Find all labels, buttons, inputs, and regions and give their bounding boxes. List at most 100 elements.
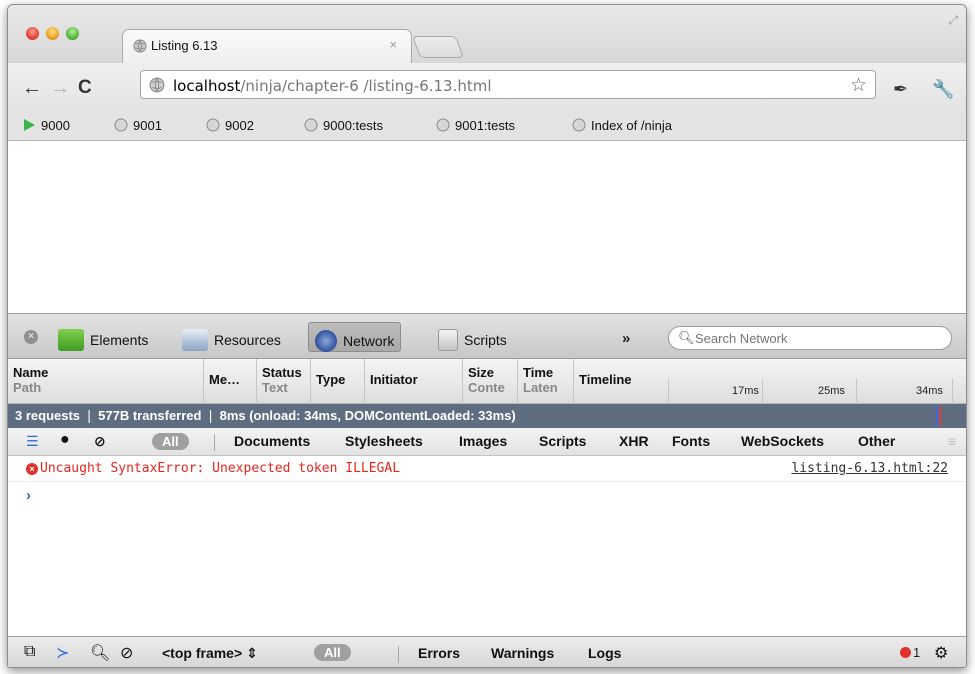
overflow-chevron-icon[interactable]: » bbox=[622, 330, 630, 347]
frame-selector-value: <top frame> bbox=[162, 645, 243, 661]
page-content bbox=[8, 141, 966, 313]
error-message: Uncaught SyntaxError: Unexpected token I… bbox=[40, 461, 401, 476]
column-subtitle: Laten bbox=[523, 380, 558, 395]
clear-icon[interactable]: ⊘ bbox=[94, 433, 106, 450]
timeline-tick: 25ms bbox=[818, 385, 845, 397]
tab-close-icon[interactable]: × bbox=[389, 37, 397, 52]
error-source-link[interactable]: listing-6.13.html:22 bbox=[791, 461, 948, 476]
filter-xhr[interactable]: XHR bbox=[619, 433, 649, 449]
error-count-badge[interactable]: 1 bbox=[900, 645, 920, 660]
reload-icon[interactable]: C bbox=[78, 78, 92, 98]
url-text: localhost/ninja/chapter-6 /listing-6.13.… bbox=[173, 77, 492, 95]
column-subtitle: Conte bbox=[468, 380, 505, 395]
wrench-icon[interactable]: 🔧 bbox=[932, 79, 954, 100]
bookmark-star-icon[interactable]: ☆ bbox=[850, 74, 867, 97]
url-path: /ninja/chapter-6 /listing-6.13.html bbox=[240, 77, 492, 95]
resize-handle-icon[interactable]: ≡ bbox=[948, 433, 956, 449]
column-size[interactable]: Size Conte bbox=[463, 359, 518, 404]
filter-images[interactable]: Images bbox=[459, 433, 507, 449]
search-icon: 🔍︎ bbox=[678, 330, 695, 345]
scripts-icon bbox=[438, 329, 458, 351]
browser-window: Listing 6.13 × ⤢ ← → C localhost/ninja/c… bbox=[7, 4, 967, 668]
bookmark-label: Index of /ninja bbox=[591, 118, 672, 133]
bookmark-label: 9001:tests bbox=[455, 118, 515, 133]
tab-elements[interactable]: Elements bbox=[52, 322, 154, 352]
address-bar[interactable]: localhost/ninja/chapter-6 /listing-6.13.… bbox=[140, 70, 876, 99]
network-summary-text: 3 requests ❘ 577B transferred ❘ 8ms (onl… bbox=[15, 408, 516, 423]
tab-scripts[interactable]: Scripts bbox=[432, 322, 513, 352]
record-icon[interactable]: ● bbox=[60, 431, 70, 449]
search-icon[interactable]: 🔍︎ bbox=[90, 643, 110, 663]
tab-network[interactable]: Network bbox=[308, 322, 402, 352]
console-toggle-icon[interactable]: ≻ bbox=[56, 643, 69, 663]
column-title: Status bbox=[262, 365, 302, 380]
console-prompt[interactable]: › bbox=[26, 487, 31, 504]
domcontentloaded-marker bbox=[936, 406, 938, 426]
filter-documents[interactable]: Documents bbox=[234, 433, 310, 449]
column-time[interactable]: Time Laten bbox=[518, 359, 574, 404]
column-title: Size bbox=[468, 365, 495, 380]
clear-console-icon[interactable]: ⊘ bbox=[120, 643, 133, 663]
tab-title: Listing 6.13 bbox=[151, 38, 218, 53]
filter-stylesheets[interactable]: Stylesheets bbox=[345, 433, 423, 449]
column-timeline[interactable]: Timeline bbox=[574, 359, 668, 404]
column-title: Timeline bbox=[579, 372, 632, 387]
column-type[interactable]: Type bbox=[311, 359, 365, 404]
globe-icon bbox=[572, 118, 586, 132]
bookmark-9002[interactable]: 9002 bbox=[206, 118, 254, 133]
column-title: Me… bbox=[209, 372, 241, 387]
filter-divider bbox=[398, 646, 399, 663]
column-initiator[interactable]: Initiator bbox=[365, 359, 463, 404]
close-window-button[interactable] bbox=[26, 27, 39, 40]
bookmark-9001[interactable]: 9001 bbox=[114, 118, 162, 133]
bookmark-9001-tests[interactable]: 9001:tests bbox=[436, 118, 515, 133]
tab-resources[interactable]: Resources bbox=[176, 322, 287, 352]
globe-icon bbox=[304, 118, 318, 132]
bookmarks-bar: 9000 9001 9002 9000:tests 9001:tests Ind… bbox=[8, 113, 966, 141]
play-icon bbox=[22, 118, 36, 132]
fullscreen-icon[interactable]: ⤢ bbox=[948, 13, 958, 28]
error-dot-icon bbox=[900, 647, 911, 658]
tab-listing[interactable]: Listing 6.13 × bbox=[122, 29, 412, 63]
elements-icon bbox=[58, 329, 84, 351]
settings-gear-icon[interactable]: ⚙ bbox=[934, 643, 948, 663]
back-arrow-icon[interactable]: ← bbox=[22, 78, 42, 98]
console-filter-all[interactable]: All bbox=[314, 644, 351, 661]
search-network-input[interactable] bbox=[695, 329, 935, 347]
bookmark-index-ninja[interactable]: Index of /ninja bbox=[572, 118, 672, 133]
column-status[interactable]: Status Text bbox=[257, 359, 311, 404]
globe-icon bbox=[114, 118, 128, 132]
network-icon bbox=[315, 330, 337, 352]
console-filter-warnings[interactable]: Warnings bbox=[491, 645, 554, 661]
dock-icon[interactable]: ⧉ bbox=[24, 643, 35, 661]
minimize-window-button[interactable] bbox=[46, 27, 59, 40]
console-error-row: × Uncaught SyntaxError: Unexpected token… bbox=[8, 458, 966, 482]
console-filter-errors[interactable]: Errors bbox=[418, 645, 460, 661]
filter-fonts[interactable]: Fonts bbox=[672, 433, 710, 449]
url-host: localhost bbox=[173, 77, 241, 95]
timeline-tick: 34ms bbox=[916, 385, 943, 397]
filter-websockets[interactable]: WebSockets bbox=[741, 433, 824, 449]
bookmark-label: 9000:tests bbox=[323, 118, 383, 133]
column-title: Name bbox=[13, 365, 49, 380]
globe-icon bbox=[206, 118, 220, 132]
timeline-gridline bbox=[952, 379, 953, 404]
error-icon: × bbox=[26, 463, 38, 475]
filter-scripts[interactable]: Scripts bbox=[539, 433, 586, 449]
column-name[interactable]: Name Path bbox=[8, 359, 204, 404]
zoom-window-button[interactable] bbox=[66, 27, 79, 40]
forward-arrow-icon[interactable]: → bbox=[50, 78, 70, 98]
large-rows-icon[interactable]: ☰ bbox=[26, 433, 39, 450]
column-method[interactable]: Me… bbox=[204, 359, 257, 404]
close-devtools-icon[interactable]: × bbox=[24, 330, 38, 344]
console-filter-logs[interactable]: Logs bbox=[588, 645, 621, 661]
search-network-box[interactable]: 🔍︎ bbox=[668, 326, 952, 350]
extension-icon[interactable]: ✒ bbox=[893, 79, 908, 100]
filter-all-button[interactable]: All bbox=[152, 433, 189, 450]
filter-other[interactable]: Other bbox=[858, 433, 895, 449]
frame-selector[interactable]: <top frame> ⇕ bbox=[162, 645, 258, 662]
bookmark-9000[interactable]: 9000 bbox=[22, 118, 70, 133]
globe-icon bbox=[149, 77, 165, 96]
bookmark-9000-tests[interactable]: 9000:tests bbox=[304, 118, 383, 133]
new-tab-button[interactable] bbox=[411, 36, 465, 58]
